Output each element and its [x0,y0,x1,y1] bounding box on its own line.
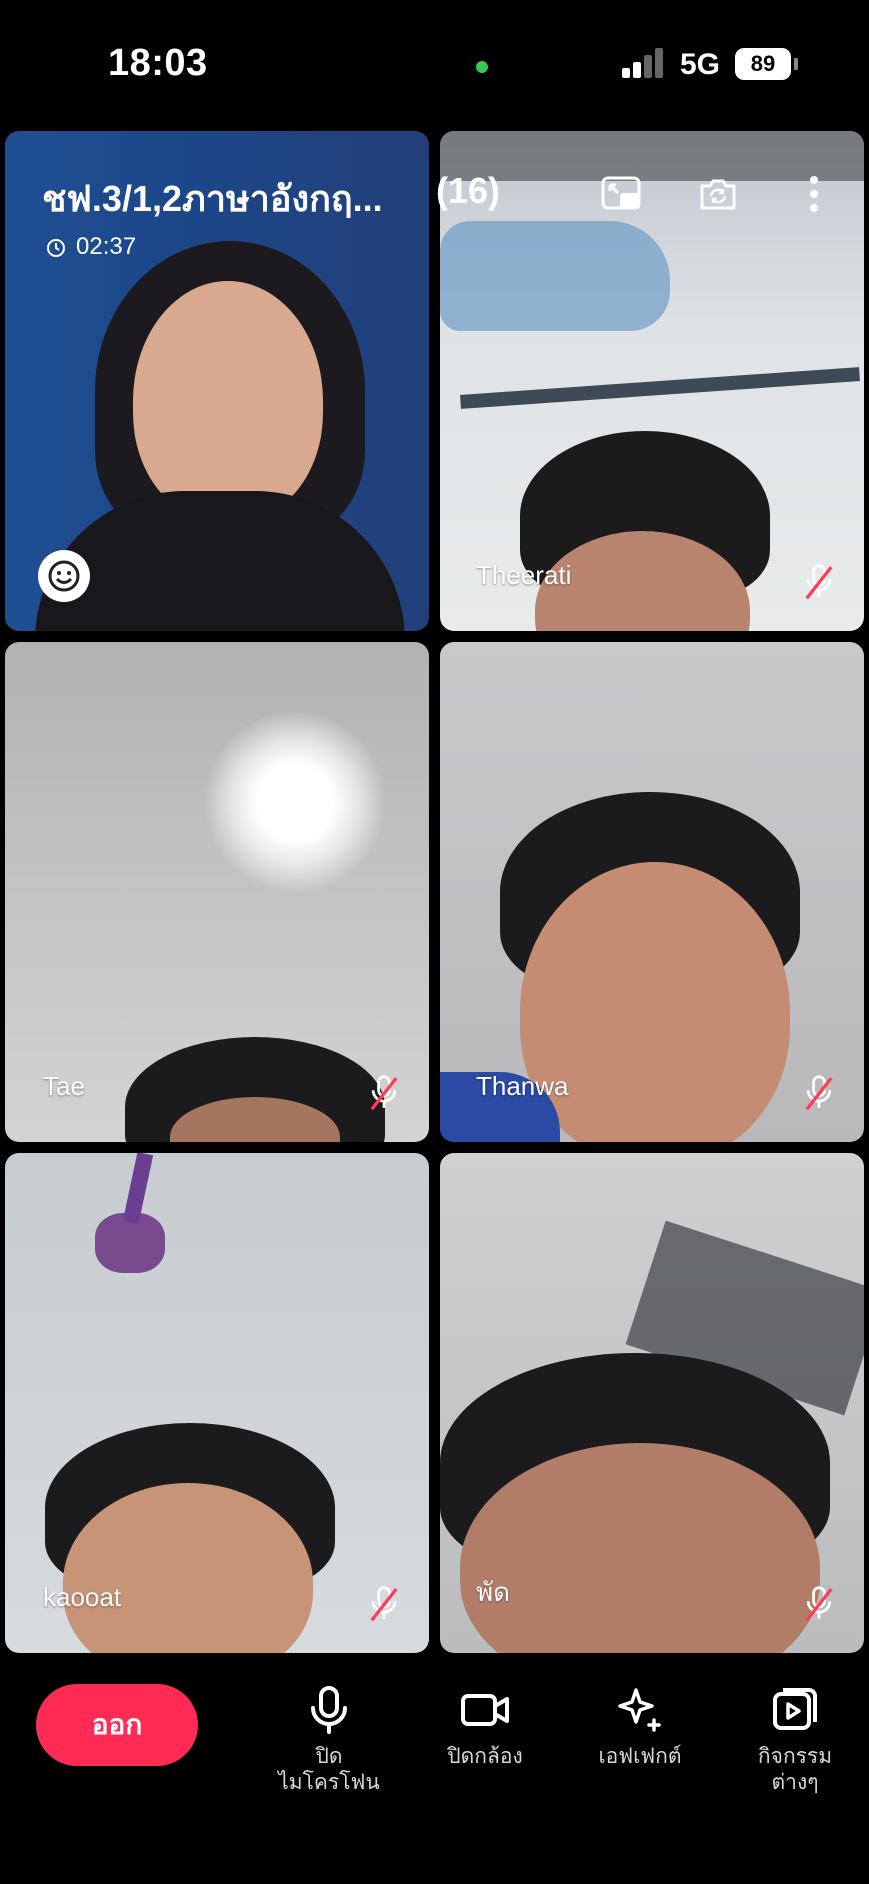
leave-button[interactable]: ออก [36,1684,198,1766]
mic-muted-icon [805,1586,833,1622]
network-type: 5G [680,48,721,81]
battery-icon: 89 [735,48,791,80]
mic-muted-icon [805,564,833,600]
video-tile[interactable]: Thanwa [440,642,864,1142]
video-tile[interactable]: พัด [440,1153,864,1653]
switch-camera-icon[interactable] [696,172,740,216]
mic-muted-icon [370,1586,398,1622]
mute-mic-label-line2: ไมโครโฟน [278,1771,380,1794]
battery-tip [794,58,798,70]
mute-mic-label-line1: ปิด [315,1745,343,1768]
video-tile[interactable]: Tae [5,642,429,1142]
participant-name: Thanwa [476,1071,569,1101]
mic-muted-icon [805,1075,833,1111]
video-camera-icon [461,1694,509,1726]
effects-label: เอฟเฟกต์ [598,1745,682,1768]
participant-name: Theerati [476,560,572,590]
picture-in-picture-icon[interactable] [600,172,644,216]
microphone-icon [311,1686,347,1734]
call-title: ชฟ.3/1,2ภาษาอังกฤ... [42,178,383,219]
activities-icon [773,1688,817,1730]
camera-in-use-indicator [476,61,488,73]
more-vert-icon[interactable] [792,172,836,216]
participant-count[interactable]: (16) [436,170,500,212]
participant-name: Tae [43,1071,85,1101]
video-tile[interactable]: kaooat [5,1153,429,1653]
reaction-button[interactable] [38,550,90,602]
cellular-signal-icon [622,48,666,78]
activities-label-line2: ต่างๆ [771,1771,819,1794]
mute-mic-button[interactable]: ปิด ไมโครโฟน [264,1684,394,1796]
effects-button[interactable]: เอฟเฟกต์ [575,1684,705,1770]
turn-off-camera-button[interactable]: ปิดกล้อง [420,1684,550,1770]
sparkle-icon [618,1688,661,1732]
smiley-icon [48,560,80,592]
turn-off-camera-label: ปิดกล้อง [447,1745,523,1768]
call-duration: 02:37 [76,233,137,260]
participant-name: พัด [476,1577,511,1607]
activities-button[interactable]: กิจกรรม ต่างๆ [730,1684,860,1796]
status-bar: 18:03 5G 89 [0,0,869,130]
status-time: 18:03 [108,42,208,84]
activities-label-line1: กิจกรรม [757,1745,833,1768]
clock-icon [47,239,65,257]
participant-name: kaooat [43,1582,122,1612]
mic-muted-icon [370,1075,398,1111]
